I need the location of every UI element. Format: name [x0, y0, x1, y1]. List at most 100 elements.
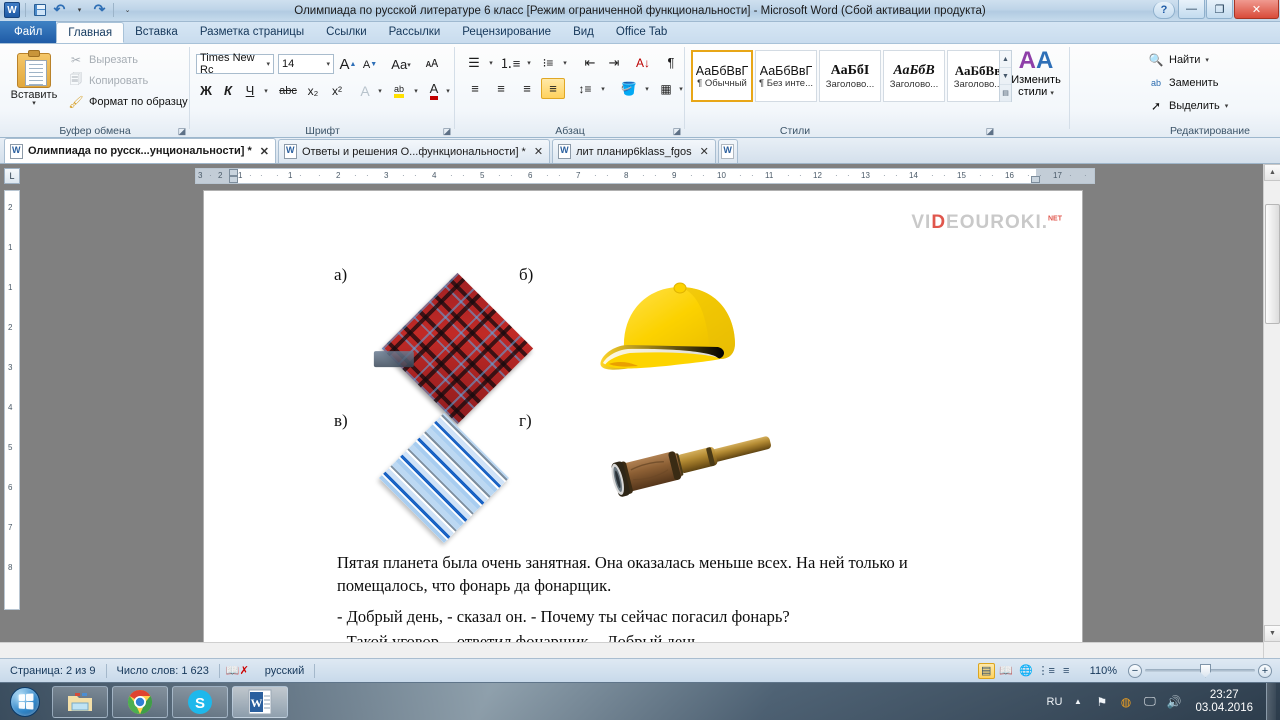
italic-button[interactable]: К — [218, 80, 238, 101]
indent-marker-first-line[interactable] — [229, 169, 238, 176]
borders-button[interactable]: ▦ — [655, 78, 677, 99]
sort-button[interactable]: А↓ — [631, 52, 655, 73]
cut-button[interactable]: ✂ Вырезать — [68, 50, 138, 69]
style-heading-1[interactable]: АаБбІ Заголово... — [819, 50, 881, 102]
clock[interactable]: 23:27 03.04.2016 — [1189, 689, 1259, 715]
text-effects-button[interactable]: A — [354, 80, 376, 101]
font-color-dropdown[interactable]: ▾ — [442, 80, 454, 101]
format-painter-button[interactable]: 🖌 Формат по образцу — [68, 92, 187, 111]
line-spacing-dropdown[interactable]: ▾ — [597, 78, 609, 99]
tab-insert[interactable]: Вставка — [124, 22, 189, 43]
bullets-dropdown[interactable]: ▾ — [485, 52, 497, 73]
clear-formatting-button[interactable]: 🗚 — [420, 54, 444, 75]
font-name-input[interactable]: Times New Rc ▾ — [196, 52, 274, 76]
doc-tab-0[interactable]: Олимпиада по русск...унциональности] * ✕ — [4, 138, 276, 163]
show-desktop-button[interactable] — [1266, 682, 1276, 720]
show-hidden-icons-icon[interactable]: ▲ — [1069, 693, 1086, 710]
underline-dropdown[interactable]: ▾ — [260, 80, 272, 101]
volume-icon[interactable]: 🔊 — [1165, 693, 1182, 710]
taskbar-item-skype[interactable]: S — [172, 685, 228, 718]
replace-button[interactable]: ab Заменить — [1148, 73, 1218, 93]
change-case-button[interactable]: Aa ▾ — [386, 54, 416, 75]
numbering-button[interactable]: ⒈≡ — [499, 52, 521, 73]
subscript-button[interactable]: x₂ — [302, 80, 324, 101]
tab-home[interactable]: Главная — [56, 22, 125, 43]
indent-marker-right[interactable] — [1031, 176, 1040, 183]
scroll-thumb[interactable] — [1265, 204, 1280, 324]
document-body-text[interactable]: Пятая планета была очень занятная. Она о… — [337, 551, 997, 656]
draft-icon[interactable]: ≡ — [1058, 663, 1075, 679]
copy-button[interactable]: 🗐 Копировать — [68, 71, 148, 90]
find-button[interactable]: 🔍 Найти ▾ — [1148, 50, 1209, 70]
chevron-down-icon[interactable]: ▾ — [266, 60, 270, 68]
help-button[interactable]: ? — [1153, 2, 1175, 19]
update-icon[interactable]: ◍ — [1117, 693, 1134, 710]
spellcheck-icon[interactable]: 📖✗ — [220, 659, 255, 683]
styles-dialog-launcher-icon[interactable]: ◪ — [985, 126, 995, 136]
align-left-button[interactable]: ≡ — [463, 78, 487, 99]
strikethrough-button[interactable]: abc — [276, 80, 300, 101]
shading-dropdown[interactable]: ▾ — [641, 78, 653, 99]
show-marks-button[interactable]: ¶ — [661, 52, 681, 73]
tab-stop-selector[interactable]: L — [4, 168, 20, 184]
multilevel-dropdown[interactable]: ▾ — [559, 52, 571, 73]
indent-marker-hanging[interactable] — [229, 176, 238, 183]
change-styles-button[interactable]: AA Изменить стили ▾ — [1005, 48, 1067, 99]
document-page[interactable]: VIDEOUROKI.NET а) б) в) г) Пятая планета… — [203, 190, 1083, 658]
close-icon[interactable]: ✕ — [700, 145, 709, 158]
font-size-input[interactable]: 14 ▾ — [278, 54, 334, 74]
zoom-out-button[interactable]: − — [1128, 663, 1142, 678]
grow-font-button[interactable]: A ▲ — [338, 54, 358, 75]
word-count[interactable]: Число слов: 1 623 — [107, 659, 219, 683]
zoom-in-button[interactable]: + — [1258, 663, 1272, 678]
tab-review[interactable]: Рецензирование — [451, 22, 562, 43]
image-telescope[interactable] — [584, 423, 784, 513]
increase-indent-button[interactable]: ⇥ — [603, 52, 625, 73]
paste-button[interactable]: Вставить ▾ — [8, 48, 60, 118]
tab-page-layout[interactable]: Разметка страницы — [189, 22, 315, 43]
tab-file[interactable]: Файл — [0, 21, 57, 43]
language-indicator[interactable]: русский — [255, 659, 314, 683]
doc-tab-2[interactable]: лит планир6klass_fgos ✕ — [552, 139, 716, 163]
close-icon[interactable]: ✕ — [260, 145, 269, 158]
chevron-down-icon[interactable]: ▾ — [326, 60, 330, 68]
numbering-dropdown[interactable]: ▾ — [523, 52, 535, 73]
align-justify-button[interactable]: ≡ — [541, 78, 565, 99]
align-right-button[interactable]: ≡ — [515, 78, 539, 99]
new-document-tab[interactable] — [717, 139, 738, 163]
shading-button[interactable]: 🪣 — [617, 78, 641, 99]
language-indicator[interactable]: RU — [1047, 696, 1063, 708]
font-dialog-launcher-icon[interactable]: ◪ — [442, 126, 452, 136]
image-red-handkerchief[interactable] — [381, 272, 534, 425]
display-icon[interactable]: 🖵 — [1141, 693, 1158, 710]
minimize-button[interactable]: — — [1178, 0, 1205, 19]
outline-icon[interactable]: ⋮≡ — [1037, 663, 1054, 679]
start-button[interactable] — [2, 685, 48, 719]
page-indicator[interactable]: Страница: 2 из 9 — [0, 659, 106, 683]
taskbar-item-explorer[interactable] — [52, 685, 108, 718]
line-spacing-button[interactable]: ↕≡ — [573, 78, 597, 99]
tab-mailings[interactable]: Рассылки — [378, 22, 452, 43]
select-button[interactable]: ➚ Выделить ▾ — [1148, 96, 1228, 116]
network-flag-icon[interactable]: ⚑ — [1093, 693, 1110, 710]
bold-button[interactable]: Ж — [196, 80, 216, 101]
doc-tab-1[interactable]: Ответы и решения О...функциональности] *… — [277, 139, 551, 163]
scroll-up-icon[interactable]: ▲ — [1264, 164, 1280, 181]
full-screen-reading-icon[interactable]: 📖 — [998, 663, 1015, 679]
horizontal-scrollbar[interactable] — [0, 642, 1263, 658]
scroll-down-icon[interactable]: ▼ — [1264, 625, 1280, 642]
style-normal[interactable]: АаБбВвГ ¶ Обычный — [691, 50, 753, 102]
text-effects-dropdown[interactable]: ▾ — [374, 80, 386, 101]
zoom-slider[interactable] — [1145, 663, 1255, 678]
vertical-scrollbar[interactable]: ▲ ▼ — [1263, 164, 1280, 658]
shrink-font-button[interactable]: A ▼ — [360, 54, 380, 75]
multilevel-list-button[interactable]: ⁝≡ — [537, 52, 559, 73]
chevron-down-icon[interactable]: ▾ — [32, 100, 36, 107]
horizontal-ruler[interactable]: 3· 2· 1· · ·1 ·2 · ·3 · ·4 · ·5 · ·6 · ·… — [195, 168, 1095, 184]
taskbar-item-chrome[interactable] — [112, 685, 168, 718]
zoom-level[interactable]: 110% — [1078, 659, 1125, 683]
bullets-button[interactable]: ☰ — [463, 52, 485, 73]
print-layout-icon[interactable]: ▤ — [977, 662, 995, 679]
decrease-indent-button[interactable]: ⇤ — [579, 52, 601, 73]
close-icon[interactable]: ✕ — [534, 145, 543, 158]
